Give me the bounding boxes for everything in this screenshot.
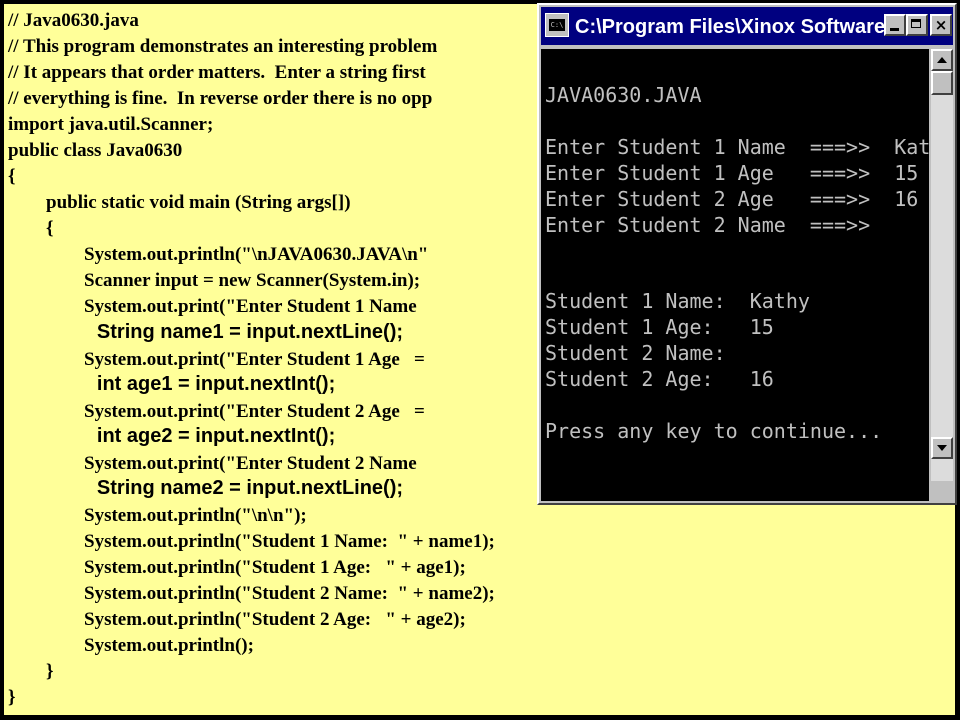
code-line-class-close-brace: } bbox=[8, 687, 16, 708]
size-grip[interactable] bbox=[931, 481, 953, 501]
scroll-up-button[interactable] bbox=[931, 49, 953, 71]
code-line-print-name2: System.out.println("Student 2 Name: " + … bbox=[8, 583, 495, 604]
code-line-prompt-age2: System.out.print("Enter Student 2 Age = bbox=[8, 401, 425, 422]
console-line-result-age1: Student 1 Age: 15 bbox=[545, 315, 774, 339]
console-line-result-name1: Student 1 Name: Kathy bbox=[545, 289, 810, 313]
code-line-print-name1: System.out.println("Student 1 Name: " + … bbox=[8, 531, 495, 552]
code-line-main-signature: public static void main (String args[]) bbox=[8, 192, 351, 213]
console-line-prompt-age1: Enter Student 1 Age ===>> 15 bbox=[545, 161, 919, 185]
msdos-console-icon[interactable]: C:\ bbox=[545, 13, 569, 37]
minimize-icon bbox=[890, 28, 899, 31]
code-line-comment-order: // It appears that order matters. Enter … bbox=[8, 62, 426, 83]
console-window[interactable]: C:\ C:\Program Files\Xinox Software\JCre… bbox=[537, 3, 957, 505]
code-line-main-open-brace: { bbox=[8, 218, 54, 239]
console-line-title: JAVA0630.JAVA bbox=[545, 83, 702, 107]
console-line-result-name2: Student 2 Name: bbox=[545, 341, 726, 365]
console-line-result-age2: Student 2 Age: 16 bbox=[545, 367, 774, 391]
code-line-class-open-brace: { bbox=[8, 166, 16, 187]
window-title: C:\Program Files\Xinox Software\JCreator… bbox=[575, 16, 905, 38]
arrow-up-icon bbox=[937, 57, 947, 63]
code-line-prompt-age1: System.out.print("Enter Student 1 Age = bbox=[8, 349, 425, 370]
console-output-area[interactable]: JAVA0630.JAVA Enter Student 1 Name ===>>… bbox=[541, 49, 929, 501]
code-line-println-empty: System.out.println(); bbox=[8, 635, 254, 656]
close-button[interactable]: × bbox=[930, 14, 952, 36]
console-line-prompt-name2: Enter Student 2 Name ===>> bbox=[545, 213, 871, 237]
code-line-class-declaration: public class Java0630 bbox=[8, 140, 183, 161]
code-line-comment-reverse: // everything is fine. In reverse order … bbox=[8, 88, 433, 109]
code-line-println-title: System.out.println("\nJAVA0630.JAVA\n" bbox=[8, 244, 429, 265]
maximize-icon bbox=[911, 19, 921, 28]
maximize-button[interactable] bbox=[906, 14, 928, 36]
code-line-scanner: Scanner input = new Scanner(System.in); bbox=[8, 270, 421, 291]
scroll-thumb[interactable] bbox=[931, 71, 953, 95]
code-line-comment-filename: // Java0630.java bbox=[8, 10, 139, 31]
vertical-scrollbar[interactable] bbox=[931, 49, 953, 501]
slide: // Java0630.java // This program demonst… bbox=[0, 0, 960, 720]
code-line-prompt-name1: System.out.print("Enter Student 1 Name bbox=[8, 296, 417, 317]
code-line-read-name2: String name2 = input.nextLine(); bbox=[8, 477, 404, 499]
minimize-button[interactable] bbox=[884, 14, 906, 36]
console-line-press-any-key: Press any key to continue... bbox=[545, 419, 883, 443]
code-line-read-age2: int age2 = input.nextInt(); bbox=[8, 425, 336, 447]
code-line-println-newlines: System.out.println("\n\n"); bbox=[8, 505, 307, 526]
code-line-comment-problem: // This program demonstrates an interest… bbox=[8, 36, 438, 57]
code-line-import: import java.util.Scanner; bbox=[8, 114, 214, 135]
code-line-main-close-brace: } bbox=[8, 661, 54, 682]
code-line-print-age1: System.out.println("Student 1 Age: " + a… bbox=[8, 557, 466, 578]
console-line-prompt-age2: Enter Student 2 Age ===>> 16 bbox=[545, 187, 919, 211]
scroll-down-button[interactable] bbox=[931, 437, 953, 459]
code-line-read-name1: String name1 = input.nextLine(); bbox=[8, 321, 404, 343]
code-line-prompt-name2: System.out.print("Enter Student 2 Name bbox=[8, 453, 417, 474]
arrow-down-icon bbox=[937, 445, 947, 451]
console-line-prompt-name1: Enter Student 1 Name ===>> Kathy bbox=[545, 135, 929, 159]
close-icon: × bbox=[934, 16, 948, 34]
code-line-read-age1: int age1 = input.nextInt(); bbox=[8, 373, 336, 395]
console-title-bar[interactable]: C:\ C:\Program Files\Xinox Software\JCre… bbox=[541, 7, 953, 45]
code-line-print-age2: System.out.println("Student 2 Age: " + a… bbox=[8, 609, 466, 630]
